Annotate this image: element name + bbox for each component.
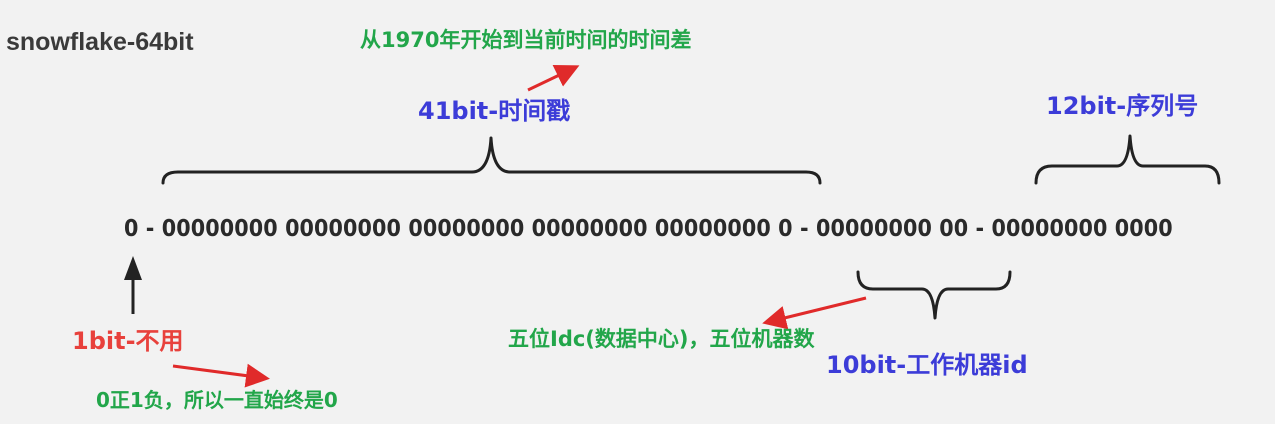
bit-string: 0 - 00000000 00000000 00000000 00000000 … [124, 216, 1173, 242]
sequence-brace [1034, 134, 1221, 185]
timestamp-brace [161, 136, 822, 185]
machine-note-arrow [762, 296, 867, 330]
sign-bit-label: 1bit-不用 [72, 327, 184, 355]
timestamp-note: 从1970年开始到当前时间的时间差 [360, 28, 692, 52]
sign-bit-note: 0正1负，所以一直始终是0 [96, 388, 338, 412]
machine-brace [856, 270, 1012, 320]
machine-id-note: 五位Idc(数据中心)，五位机器数 [508, 327, 815, 351]
timestamp-label: 41bit-时间戳 [418, 97, 571, 125]
sequence-label: 12bit-序列号 [1046, 92, 1199, 120]
diagram-title: snowflake-64bit [6, 28, 194, 56]
snowflake-diagram: snowflake-64bit 从1970年开始到当前时间的时间差 41bit-… [0, 0, 1275, 424]
sign-note-arrow [172, 363, 270, 388]
time-diff-arrow [527, 64, 580, 92]
diagram-graphics [124, 64, 1221, 388]
sign-arrow-head [124, 256, 142, 280]
machine-id-label: 10bit-工作机器id [826, 351, 1028, 379]
